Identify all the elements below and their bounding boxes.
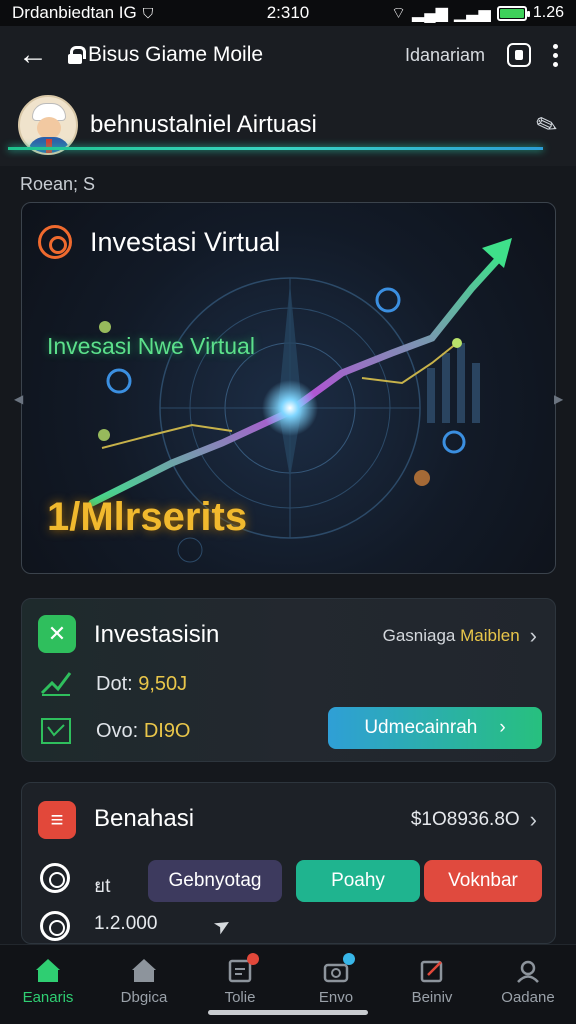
- nav-label-2: Dbgica: [120, 989, 168, 1006]
- invest-row-2: Ovo: DI9O: [96, 720, 191, 743]
- benahasi-row-1-label: ยt: [94, 876, 111, 897]
- home-indicator[interactable]: [208, 1010, 368, 1015]
- profile-icon: [515, 959, 541, 983]
- trend-up-icon: [40, 669, 72, 697]
- hero-caption: Invesasi Nwe Virtual: [47, 333, 255, 359]
- profile-header: behnustalniel Airtuasi ✎: [0, 84, 576, 166]
- invest-card-link[interactable]: Gasniaga Maiblen ›: [383, 623, 537, 649]
- benahasi-card: ≡ Benahasi $1O8936.8O › ยt Gebnyotag Poa…: [21, 782, 556, 944]
- shuffle-icon: ✕: [38, 615, 76, 653]
- pill-button-1[interactable]: Gebnyotag: [148, 860, 282, 902]
- clipboard-icon: [227, 953, 259, 983]
- receipt-icon: ≡: [38, 801, 76, 839]
- hero-title: Investasi Virtual: [90, 227, 281, 257]
- pill-button-3[interactable]: Voknbar: [424, 860, 542, 902]
- signal-icon-2: ▁▃▅: [453, 5, 491, 22]
- hero-card[interactable]: Investasi Virtual Invesasi Nwe Virtual 1…: [21, 202, 556, 574]
- shield-icon: ⛉: [142, 4, 154, 21]
- nav-label-3: Tolie: [224, 989, 256, 1006]
- send-icon[interactable]: ➤: [209, 910, 236, 940]
- profile-subtitle: Roean; S: [20, 174, 96, 194]
- invest-row-2-label: Ovo:: [96, 720, 139, 742]
- chart-box-icon: [40, 717, 72, 745]
- app-title: Bisus Giame Moile: [88, 43, 264, 66]
- invest-row-2-value: DI9O: [143, 720, 191, 742]
- pill-3-label: Voknbar: [448, 870, 518, 891]
- profile-name: behnustalniel Airtuasi: [90, 111, 317, 138]
- status-bar: Drdanbiedtan IG ⛉ 2:310 ⌔ ▂▄▆ ▁▃▅ 1.26: [0, 0, 576, 26]
- invest-card-title: Investasisin: [94, 621, 220, 648]
- status-left-text: Drdanbiedtan IG: [12, 3, 137, 22]
- app-link[interactable]: Idanariam: [405, 45, 485, 66]
- invest-link-highlight: Maiblen: [460, 626, 520, 645]
- timer-icon: [40, 863, 70, 893]
- benahasi-card-title: Benahasi: [94, 805, 195, 832]
- nav-label-6: Oadane: [501, 989, 555, 1006]
- nav-label-5: Beiniv: [411, 989, 453, 1006]
- nav-item-6[interactable]: Oadane: [480, 945, 576, 1024]
- invest-row-1-label: Dot:: [96, 673, 133, 695]
- notification-badge: [343, 953, 355, 965]
- benahasi-row-2-value: 1.2.000: [94, 913, 158, 934]
- nav-label-4: Envo: [318, 989, 354, 1006]
- battery-level: 1.26: [532, 4, 564, 21]
- chevron-right-icon: ›: [529, 807, 537, 832]
- nav-item-5[interactable]: Beiniv: [384, 945, 480, 1024]
- app-title-group: Bisus Giame Moile: [68, 43, 263, 67]
- battery-icon: [496, 5, 530, 21]
- invest-link-prefix: Gasniaga: [382, 626, 456, 645]
- status-left: Drdanbiedtan IG ⛉: [12, 3, 153, 23]
- home-icon: [35, 959, 61, 983]
- camera-icon: [323, 953, 355, 983]
- target-search-icon: [38, 225, 72, 259]
- pill-2-label: Poahy: [331, 870, 385, 891]
- carousel-left-icon[interactable]: ◀: [14, 392, 23, 406]
- edit-note-icon: [419, 959, 445, 983]
- divider-glow: [8, 147, 543, 150]
- benahasi-price[interactable]: $1O8936.8O ›: [411, 807, 537, 833]
- invest-primary-button[interactable]: Udmecainrah ›: [328, 707, 542, 749]
- carousel-right-icon[interactable]: ▶: [554, 392, 563, 406]
- benahasi-price-value: $1O8936.8O: [410, 809, 520, 830]
- back-arrow-icon[interactable]: ←: [18, 38, 58, 72]
- nav-item-home[interactable]: Eanaris: [0, 945, 96, 1024]
- house-icon: [131, 959, 157, 983]
- nav-label-home: Eanaris: [22, 989, 74, 1006]
- square-button-icon[interactable]: [507, 43, 531, 67]
- pill-1-label: Gebnyotag: [168, 870, 262, 891]
- app-bar-actions: Idanariam: [405, 43, 558, 67]
- more-vert-icon[interactable]: [553, 43, 558, 67]
- avatar[interactable]: [18, 95, 78, 155]
- chevron-right-icon: ›: [529, 623, 537, 648]
- invest-card: ✕ Investasisin Gasniaga Maiblen › Dot: 9…: [21, 598, 556, 762]
- cancel-circle-icon: [40, 911, 70, 941]
- wifi-icon: ⌔: [390, 5, 406, 22]
- nav-item-2[interactable]: Dbgica: [96, 945, 192, 1024]
- pill-button-2[interactable]: Poahy: [296, 860, 420, 902]
- app-bar: ← Bisus Giame Moile Idanariam: [0, 26, 576, 84]
- invest-row-1-value: 9,50J: [138, 673, 188, 695]
- edit-pen-icon[interactable]: ✎: [532, 107, 563, 144]
- signal-icon: ▂▄▆: [411, 5, 448, 22]
- hero-big-text: 1/Mlrserits: [47, 495, 248, 539]
- chevron-right-icon: ›: [499, 717, 506, 738]
- invest-button-label: Udmecainrah: [364, 717, 478, 738]
- notification-badge: [247, 953, 259, 965]
- status-right: ⌔ ▂▄▆ ▁▃▅ 1.26: [391, 3, 564, 23]
- invest-row-1: Dot: 9,50J: [96, 673, 187, 696]
- lock-icon: [68, 46, 86, 64]
